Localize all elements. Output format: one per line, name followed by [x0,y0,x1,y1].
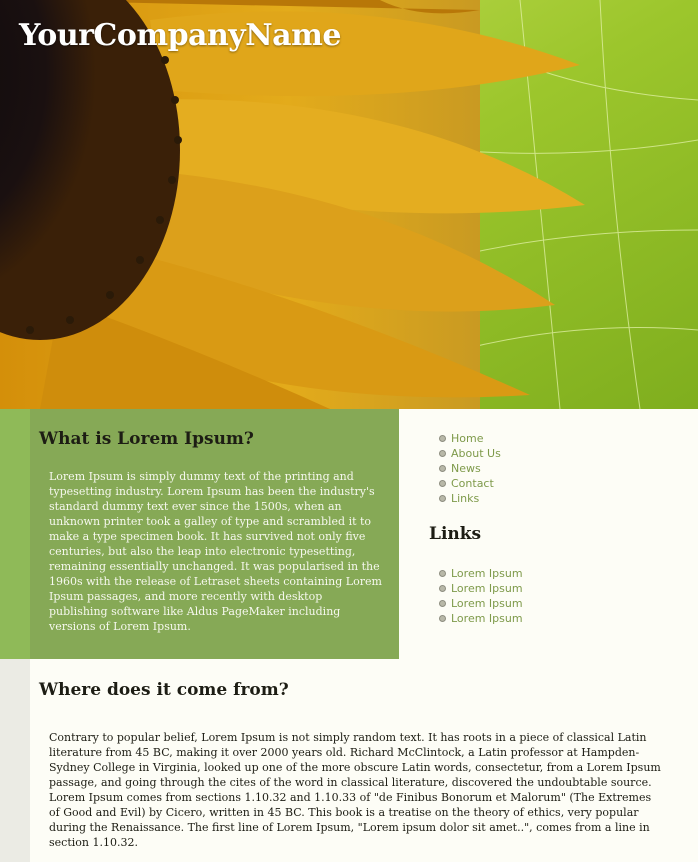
nav-item-links[interactable]: Links [439,491,501,506]
bullet-icon [439,450,446,457]
nav-item-home[interactable]: Home [439,431,501,446]
bullet-icon [439,600,446,607]
section-heading: What is Lorem Ipsum? [39,429,254,449]
sidebar: Home About Us News Contact Links Links L… [399,409,698,659]
site-title[interactable]: YourCompanyName [19,18,341,53]
nav-link[interactable]: Contact [451,477,494,490]
bullet-icon [439,570,446,577]
bullet-icon [439,495,446,502]
bullet-icon [439,435,446,442]
nav-item-contact[interactable]: Contact [439,476,501,491]
bullet-icon [439,615,446,622]
link-item-anchor[interactable]: Lorem Ipsum [451,582,523,595]
links-heading: Links [429,524,482,544]
link-item-anchor[interactable]: Lorem Ipsum [451,612,523,625]
nav-link[interactable]: Home [451,432,483,445]
bullet-icon [439,585,446,592]
link-item[interactable]: Lorem Ipsum [439,566,523,581]
sunflower-leaf-image [0,0,698,409]
nav-item-news[interactable]: News [439,461,501,476]
side-strip-accent [0,409,30,659]
section-body: Contrary to popular belief, Lorem Ipsum … [49,731,661,849]
link-item-anchor[interactable]: Lorem Ipsum [451,567,523,580]
link-item[interactable]: Lorem Ipsum [439,596,523,611]
nav-link[interactable]: Links [451,492,479,505]
bullet-icon [439,465,446,472]
link-item-anchor[interactable]: Lorem Ipsum [451,597,523,610]
section-body: Lorem Ipsum is simply dummy text of the … [49,470,382,633]
nav-link[interactable]: News [451,462,481,475]
links-list: Lorem Ipsum Lorem Ipsum Lorem Ipsum Lore… [439,566,523,626]
nav-item-about-us[interactable]: About Us [439,446,501,461]
nav-link[interactable]: About Us [451,447,501,460]
header-banner: YourCompanyName [0,0,698,409]
link-item[interactable]: Lorem Ipsum [439,581,523,596]
main-nav: Home About Us News Contact Links [439,431,501,506]
intro-panel: What is Lorem Ipsum? Lorem Ipsum is simp… [30,409,399,659]
section-heading: Where does it come from? [39,680,289,700]
bullet-icon [439,480,446,487]
link-item[interactable]: Lorem Ipsum [439,611,523,626]
